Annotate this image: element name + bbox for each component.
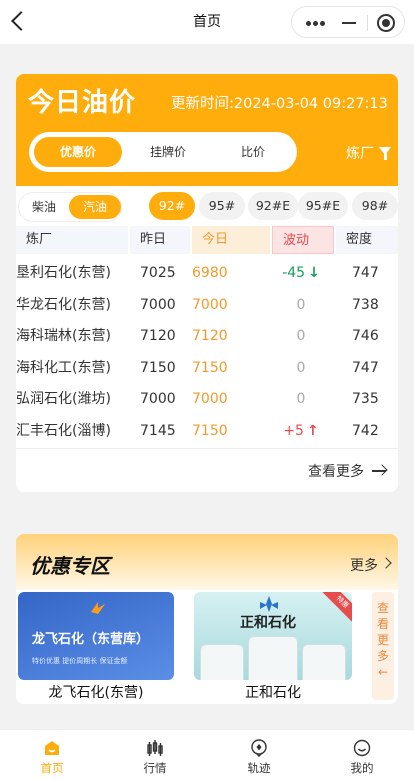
promo-caption-longfei[interactable]: 龙飞石化(东营) [18,682,174,702]
price-change-value: +5 [283,422,304,439]
price-change: 0 [274,320,328,352]
tab-discount-price[interactable]: 优惠价 [34,132,122,172]
grade-95e[interactable]: 95#E [298,192,348,220]
today-price: 7150 [192,422,228,439]
price-change: 0 [274,352,328,384]
oil-price-card: 今日油价 更新时间:2024-03-04 09:27:13 优惠价 挂牌价 比价… [16,74,398,492]
density-value: 747 [352,359,379,376]
yesterday-price: 7025 [140,265,176,281]
refinery-name: 汇丰石化(淄博) [16,422,111,439]
yesterday-price: 7150 [140,359,176,376]
profile-smile-icon [353,739,371,757]
tank-illustration [200,644,244,680]
tab-home-label: 首页 [40,761,64,775]
refinery-name: 垦利石化(东营) [16,265,111,281]
promo-banner-subtitle: 特价优惠 提价周期长 保证金额 [32,657,128,665]
refinery-name: 华龙石化(东营) [16,296,111,313]
refinery-filter-button[interactable]: 炼厂 [346,143,374,163]
promo-banner-title: 正和石化 [240,615,296,631]
column-today: 今日 [192,226,270,254]
track-location-icon [251,739,267,757]
tab-compare-price[interactable]: 比价 [209,132,297,172]
column-yesterday: 昨日 [130,226,190,254]
fuel-type-toggle: 柴油 汽油 [18,192,122,222]
yesterday-price: 7120 [140,328,176,344]
tab-home[interactable]: 首页 [0,730,104,780]
arrow-down-icon: ↓ [308,265,320,281]
minimize-icon[interactable] [342,22,356,24]
close-mini-program-icon[interactable] [377,14,395,32]
grade-92[interactable]: 92# [149,192,195,220]
tab-mine-label: 我的 [350,761,374,775]
price-change: +5 ↑ [274,415,328,447]
yesterday-price: 7000 [140,296,176,313]
arrow-right-icon[interactable] [372,470,386,472]
tank-illustration [302,644,346,680]
price-change-value: 0 [296,328,306,344]
column-density: 密度 [336,226,398,254]
tank-illustration [248,636,298,680]
candlestick-chart-icon [147,740,163,756]
density-value: 738 [352,296,379,313]
arrow-up-icon: ↑ [306,422,319,439]
capsule-divider [367,15,368,31]
zhenghe-logo-icon [260,596,278,612]
home-icon [45,741,59,755]
today-price: 7000 [192,296,228,313]
price-change-value: 0 [296,391,306,407]
filter-icon[interactable] [379,147,391,160]
density-value: 735 [352,391,379,407]
price-change: 0 [274,289,328,321]
bottom-tab-bar: 首页 行情 轨迹 我的 [0,729,414,780]
yesterday-price: 7145 [140,422,176,439]
fuel-type-diesel[interactable]: 柴油 [19,193,69,221]
promo-zone-card: 优惠专区 更多 龙飞石化（东营库） 特价优惠 提价周期长 保证金额 龙飞石化(东… [16,534,398,704]
fuel-type-gasoline[interactable]: 汽油 [69,193,121,221]
price-type-tabs: 优惠价 挂牌价 比价 [29,132,297,172]
refinery-name: 海科化工(东营) [16,359,111,376]
tab-track-label: 轨迹 [247,761,271,775]
density-value: 746 [352,328,379,344]
promo-title: 优惠专区 [30,554,110,578]
promo-view-more-side-label: 查看更多← [376,601,389,679]
density-value: 742 [352,422,379,439]
price-change-value: -45 [282,265,306,281]
special-offer-badge: 特惠 [316,592,352,629]
today-price: 7000 [192,391,228,407]
mini-program-capsule [291,6,405,38]
today-price: 7120 [192,328,228,344]
tab-listed-price[interactable]: 挂牌价 [124,132,212,172]
column-refinery: 炼厂 [16,226,128,254]
promo-more-button[interactable]: 更多 [350,555,378,575]
tab-market[interactable]: 行情 [103,730,207,780]
tab-track[interactable]: 轨迹 [207,730,311,780]
more-options-icon[interactable] [306,21,326,27]
yesterday-price: 7000 [140,391,176,407]
longfei-logo-icon [91,602,105,614]
grade-95[interactable]: 95# [199,192,245,220]
grade-98[interactable]: 98# [352,192,398,220]
tab-market-label: 行情 [143,761,167,775]
promo-caption-zhenghe[interactable]: 正和石化 [194,682,352,702]
price-change-value: 0 [296,359,306,376]
column-change: 波动 [272,226,334,254]
view-more-prices-button[interactable]: 查看更多 [308,461,364,481]
today-price: 7150 [192,359,228,376]
promo-banner-longfei[interactable]: 龙飞石化（东营库） 特价优惠 提价周期长 保证金额 [18,592,174,680]
refinery-name: 弘润石化(潍坊) [16,391,111,407]
oil-price-title: 今日油价 [28,88,137,118]
promo-banner-title: 龙飞石化（东营库） [32,632,150,647]
price-change: 0 [274,383,328,415]
promo-view-more-side-button[interactable]: 查看更多← [372,592,394,700]
price-change-value: 0 [296,296,306,313]
grade-92e[interactable]: 92#E [248,192,298,220]
table-divider [16,448,398,449]
today-price: 6980 [192,265,228,281]
tab-mine[interactable]: 我的 [310,730,414,780]
price-change: -45 ↓ [274,257,328,289]
refinery-name: 海科瑞林(东营) [16,328,111,344]
update-time: 更新时间:2024-03-04 09:27:13 [171,96,388,112]
promo-banner-zhenghe[interactable]: 正和石化 特惠 [194,592,352,680]
density-value: 747 [352,265,379,281]
